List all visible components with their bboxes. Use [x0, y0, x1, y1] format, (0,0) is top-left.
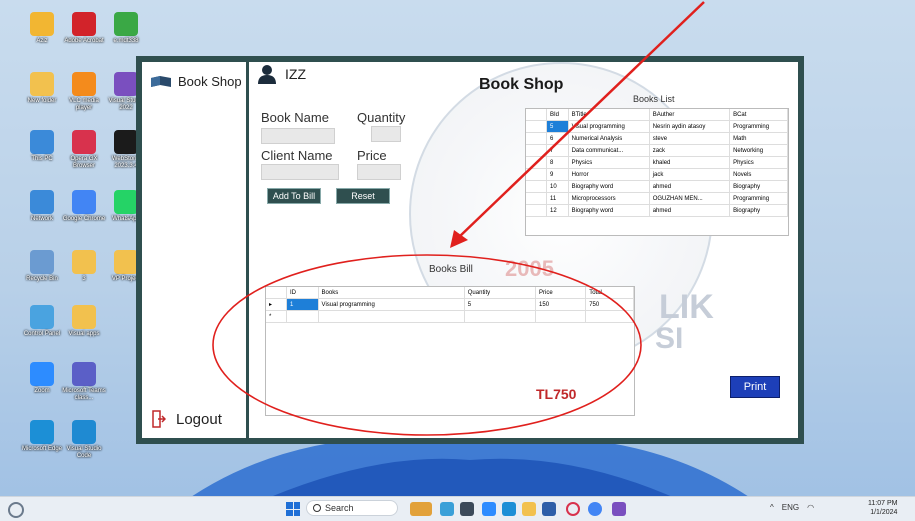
taskbar-app-icon[interactable] [482, 502, 496, 516]
start-button[interactable] [286, 502, 300, 516]
search-icon [313, 504, 321, 512]
clock-time: 11:07 PM [868, 500, 898, 507]
annotation-overlay [212, 1, 705, 436]
taskbar-app-icon[interactable] [542, 502, 556, 516]
taskbar-app-icon[interactable] [522, 502, 536, 516]
taskbar-app-icon[interactable] [502, 502, 516, 516]
taskbar-search[interactable]: Search [306, 500, 398, 516]
chevron-up-icon: ^ [770, 503, 774, 512]
annotation-ellipse [212, 254, 642, 436]
taskbar-app-icon[interactable] [612, 502, 626, 516]
taskbar-app-icon[interactable] [460, 502, 474, 516]
start-tile [286, 509, 293, 516]
taskbar-app-icon[interactable] [566, 502, 580, 516]
widgets-icon[interactable] [8, 502, 24, 518]
language: ENG [781, 503, 800, 512]
annotation-arrow [457, 1, 705, 239]
start-tile [293, 502, 300, 509]
taskbar-app-icon[interactable] [410, 502, 432, 516]
tray-icons[interactable]: ^ ENG ◠ [770, 503, 814, 512]
clock-date: 1/1/2024 [870, 509, 898, 516]
taskbar: Search ^ ENG ◠ 11:07 PM 1/1/2024 [0, 496, 915, 521]
wifi-icon: ◠ [807, 503, 815, 512]
taskbar-app-icon[interactable] [588, 502, 602, 516]
taskbar-app-icon[interactable] [440, 502, 454, 516]
clock[interactable]: 11:07 PM 1/1/2024 [868, 499, 897, 517]
search-placeholder: Search [325, 503, 354, 513]
start-tile [293, 509, 300, 516]
start-tile [286, 502, 293, 509]
